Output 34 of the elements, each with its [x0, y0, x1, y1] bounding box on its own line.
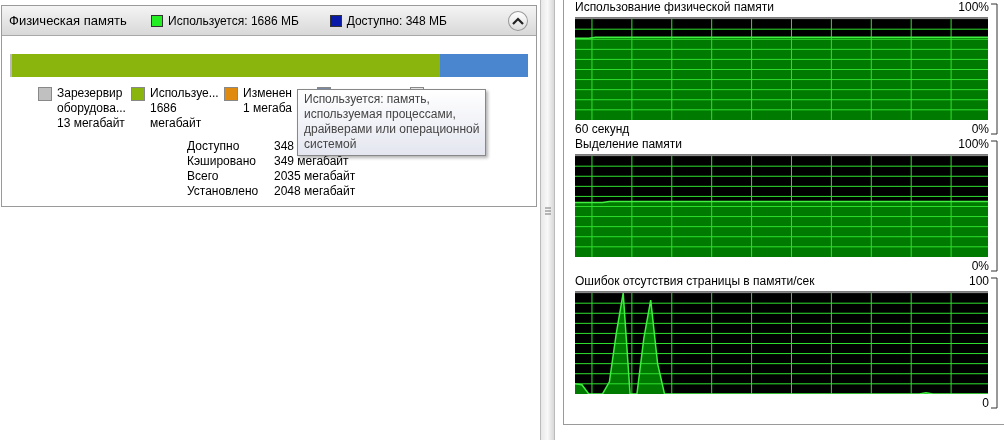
stat-value: 2035 мегабайт — [274, 169, 356, 184]
legend-label: 1686 — [150, 101, 178, 116]
stat-label: Всего — [187, 169, 219, 184]
legend-label: 1 мегаба — [243, 101, 292, 116]
legend-label: оборудова... — [57, 101, 126, 116]
tooltip: Используется: память, используемая процессами, драйверами или операционной системой — [297, 89, 487, 156]
graph-title: Использование физической памяти — [575, 0, 774, 15]
legend-label: Зарезервир — [57, 86, 124, 101]
scale-min-label: 0 — [982, 396, 989, 411]
legend-label: Используе... — [150, 86, 219, 101]
stat-value: 2048 мегабайт — [274, 184, 356, 199]
legend-label: мегабайт — [150, 116, 203, 131]
stat-label: Кэшировано — [187, 154, 256, 169]
stat-value: 349 мегабайт — [274, 154, 349, 169]
stat-value: 348 — [274, 139, 295, 154]
stat-label: Установлено — [187, 184, 259, 199]
grip-icon — [544, 207, 551, 215]
graph-title: Ошибок отсутствия страницы в памяти/сек — [575, 274, 815, 289]
time-span-label: 60 секунд — [575, 122, 630, 137]
chevron-icon — [512, 16, 525, 25]
legend-label: 13 мегабайт — [57, 116, 126, 131]
collapse-button[interactable] — [508, 10, 528, 31]
scale-min-label: 0% — [971, 122, 989, 137]
splitter-handle[interactable] — [540, 0, 555, 440]
scale-min-label: 0% — [971, 259, 989, 274]
summary-label: Используется: 1686 МБ — [168, 13, 299, 28]
legend-label: Изменен — [243, 86, 292, 101]
panel-title: Физическая память — [9, 13, 128, 28]
stat-label: Доступно — [187, 139, 240, 154]
scale-max-label: 100% — [958, 137, 989, 152]
graph-title: Выделение памяти — [575, 137, 683, 152]
scale-max-label: 100% — [958, 0, 989, 15]
summary-label: Доступно: 348 МБ — [346, 13, 447, 28]
scale-max-label: 100 — [968, 274, 989, 289]
